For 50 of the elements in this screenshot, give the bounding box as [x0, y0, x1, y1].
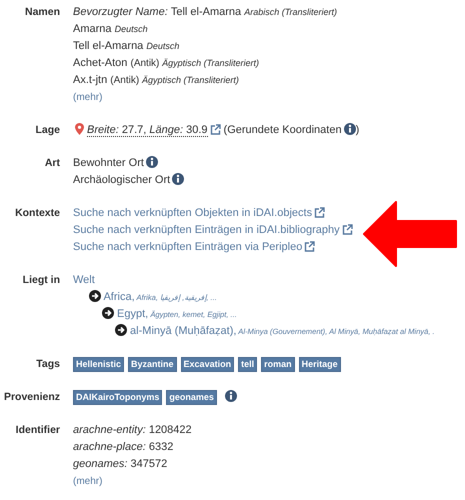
- arrow-circle-icon: [115, 324, 127, 336]
- field-label: Namen: [24, 5, 60, 20]
- tag[interactable]: geonames: [166, 390, 217, 405]
- external-link-icon: [342, 224, 353, 235]
- info-icon: [224, 390, 237, 402]
- place-type: Bewohnter Ort: [73, 157, 144, 169]
- info-icon: [344, 123, 356, 135]
- field-label: Tags: [35, 357, 60, 372]
- external-link-icon: [314, 207, 326, 218]
- tag[interactable]: tell: [238, 357, 258, 372]
- name-entry: Bevorzugter Name: Tell el-Amarna Arabisch (Transliteriert): [73, 5, 338, 20]
- field-label: Liegt in: [22, 273, 60, 288]
- field-label: Lage: [34, 123, 60, 138]
- hierarchy-link[interactable]: Africa,: [101, 291, 135, 303]
- info-icon: [146, 156, 158, 168]
- tag[interactable]: Byzantine: [128, 357, 177, 372]
- identifier-entry: arachne-place: 6332: [73, 440, 174, 455]
- arrow-circle-icon: [89, 290, 101, 302]
- identifier-entry: arachne-entity: 1208422: [73, 423, 193, 438]
- external-link-icon: [210, 124, 220, 135]
- info-icon: [172, 173, 184, 185]
- tag[interactable]: DAIKairoToponyms: [73, 390, 162, 405]
- tag[interactable]: Heritage: [298, 357, 341, 372]
- more-link[interactable]: (mehr): [73, 89, 465, 106]
- context-link[interactable]: Suche nach verknüpften Einträgen in iDAI.bibliography: [73, 224, 340, 236]
- identifier-entry: geonames: 347572: [73, 457, 168, 472]
- hierarchy-link[interactable]: al-Minyā (Muḥāfaẓat),: [127, 325, 236, 337]
- place-type: Archäologischer Ort: [73, 174, 170, 186]
- tag[interactable]: Hellenistic: [73, 357, 124, 372]
- name-entry: Tell el-Amarna Deutsch: [73, 39, 180, 54]
- arrow-circle-icon: [102, 307, 114, 319]
- coordinates-link[interactable]: Breite: 27.7, Länge: 30.9: [87, 124, 208, 137]
- tag[interactable]: Excavation: [180, 357, 234, 372]
- context-link[interactable]: Suche nach verknüpften Objekten in iDAI.objects: [73, 207, 312, 219]
- name-entry: Achet-Aton (Antik) Ägyptisch (Transliteriert): [73, 56, 260, 71]
- field-label: Kontexte: [14, 206, 60, 221]
- more-link[interactable]: (mehr): [73, 473, 465, 490]
- context-link[interactable]: Suche nach verknüpften Einträgen via Peripleo: [73, 241, 302, 253]
- field-label: Art: [44, 156, 60, 171]
- note-paren: ): [356, 124, 360, 136]
- map-pin-icon: [75, 123, 84, 135]
- hierarchy-root-link[interactable]: Welt: [73, 272, 465, 289]
- hierarchy-link[interactable]: Egypt,: [114, 308, 148, 320]
- field-label: Identifier: [14, 423, 60, 438]
- tag[interactable]: roman: [261, 357, 295, 372]
- name-entry: Amarna Deutsch: [73, 22, 149, 37]
- name-entry: Ax.t-jtn (Antik) Ägyptisch (Transliteriert): [73, 73, 240, 88]
- external-link-icon: [304, 241, 316, 252]
- field-label: Provenienz: [2, 390, 60, 405]
- coordinates-note: (Gerundete Koordinaten: [222, 124, 342, 136]
